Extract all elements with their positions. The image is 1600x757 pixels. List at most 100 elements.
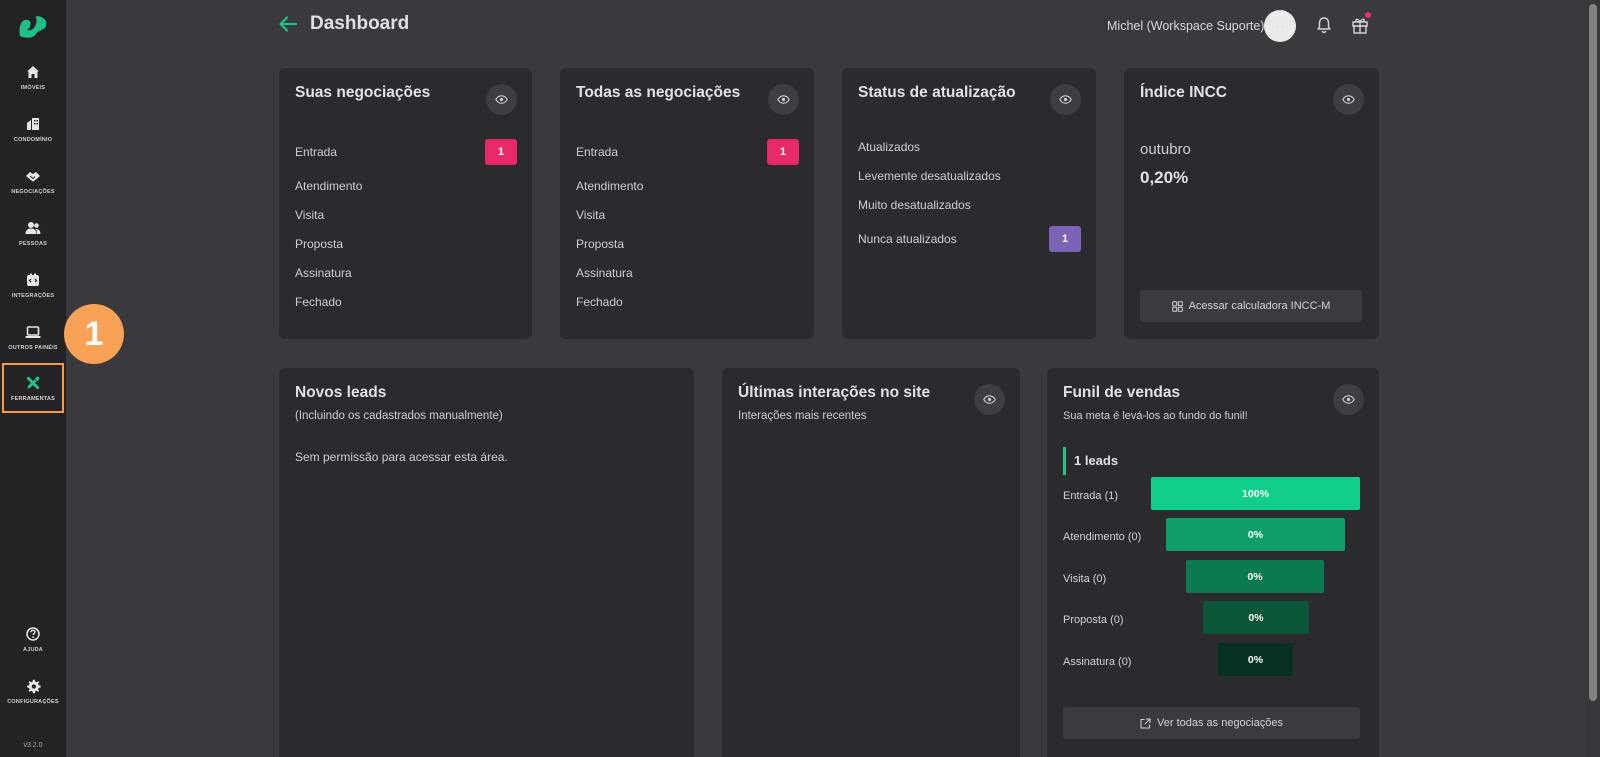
ver-todas-label: Ver todas as negociações [1157, 717, 1283, 729]
card-title: Últimas interações no site [738, 384, 931, 401]
gear-icon [24, 677, 42, 695]
step-annotation-badge: 1 [64, 304, 124, 364]
user-name[interactable]: Michel (Workspace Suporte) [1107, 19, 1264, 33]
sidebar-item-outros-paineis[interactable]: OUTROS PAINÉIS [0, 312, 66, 362]
funnel-stage-bar[interactable]: 0% [1186, 560, 1324, 593]
eye-icon [777, 95, 790, 104]
funnel-leads-count: 1 leads [1063, 447, 1118, 475]
toggle-visibility-button[interactable] [486, 84, 517, 115]
eye-icon [1059, 95, 1072, 104]
toggle-visibility-button[interactable] [1050, 84, 1081, 115]
list-item[interactable]: Muito desatualizados [858, 198, 971, 212]
card-novos-leads: Novos leads (Incluindo os cadastrados ma… [279, 368, 694, 757]
funnel-stage-bar[interactable]: 0% [1218, 643, 1293, 676]
list-item[interactable]: Visita [295, 208, 324, 222]
funnel-stage-bar[interactable]: 0% [1166, 518, 1345, 551]
sidebar-item-ajuda[interactable]: AJUDA [0, 614, 66, 664]
funnel-stage-bar[interactable]: 100% [1151, 477, 1360, 510]
toggle-visibility-button[interactable] [768, 84, 799, 115]
toggle-visibility-button[interactable] [974, 384, 1005, 415]
sidebar-item-label: NEGOCIAÇÕES [11, 189, 55, 195]
sidebar-item-condominio[interactable]: CONDOMÍNIO [0, 104, 66, 154]
count-badge[interactable]: 1 [485, 139, 517, 165]
home-icon [24, 63, 42, 81]
sidebar-item-label: INTEGRAÇÕES [11, 293, 55, 299]
app-logo-icon[interactable] [16, 10, 50, 40]
card-todas-negociacoes: Todas as negociações Entrada 1 Atendimen… [560, 68, 814, 339]
page-title: Dashboard [310, 13, 410, 34]
sidebar-item-label: CONFIGURAÇÕES [7, 699, 59, 705]
funnel-stage-label: Assinatura (0) [1063, 656, 1132, 668]
sidebar-item-imoveis[interactable]: IMÓVEIS [0, 52, 66, 102]
sidebar-item-negociacoes[interactable]: NEGOCIAÇÕES [0, 156, 66, 206]
ver-todas-negociacoes-button[interactable]: Ver todas as negociações [1063, 707, 1360, 739]
list-item[interactable]: Proposta [576, 237, 624, 251]
scrollbar-thumb[interactable] [1589, 4, 1597, 701]
external-link-icon [1140, 718, 1151, 728]
list-item[interactable]: Atualizados [858, 140, 920, 154]
incc-value: 0,20% [1140, 168, 1189, 187]
card-title: Status de atualização [858, 84, 1016, 101]
list-item[interactable]: Assinatura [576, 266, 633, 280]
count-badge[interactable]: 1 [767, 139, 799, 165]
incc-calculator-button[interactable]: Acessar calculadora INCC-M [1140, 290, 1362, 322]
card-title: Novos leads [295, 384, 387, 401]
eye-icon [983, 395, 996, 404]
card-title: Índice INCC [1140, 84, 1227, 101]
sidebar-item-label: FERRAMENTAS [11, 396, 55, 402]
card-suas-negociacoes: Suas negociações Entrada 1 Atendimento V… [279, 68, 532, 339]
count-badge[interactable]: 1 [1049, 226, 1081, 252]
calculator-icon [1171, 300, 1183, 312]
list-item[interactable]: Levemente desatualizados [858, 169, 1001, 183]
card-title: Todas as negociações [576, 84, 741, 101]
incc-calculator-label: Acessar calculadora INCC-M [1188, 300, 1331, 312]
toggle-visibility-button[interactable] [1333, 84, 1364, 115]
card-subtitle: Sua meta é levá-los ao fundo do funil! [1063, 410, 1248, 422]
tools-icon [24, 374, 42, 392]
funnel-stage-label: Atendimento (0) [1063, 531, 1142, 543]
laptop-icon [24, 323, 42, 341]
funnel-stage-label: Visita (0) [1063, 573, 1107, 585]
avatar[interactable]: · · [1264, 10, 1296, 42]
back-arrow-icon[interactable] [278, 14, 298, 34]
sidebar-item-label: AJUDA [23, 647, 43, 653]
incc-month: outubro [1140, 141, 1191, 158]
funnel-stage-bar[interactable]: 0% [1203, 601, 1309, 634]
help-icon [24, 625, 42, 643]
funnel-stage-label: Proposta (0) [1063, 614, 1124, 626]
sidebar-item-integracoes[interactable]: INTEGRAÇÕES [0, 260, 66, 310]
list-item[interactable]: Nunca atualizados [858, 232, 957, 246]
eye-icon [1342, 395, 1355, 404]
app-version: v3.2.0 [23, 742, 43, 749]
sidebar: IMÓVEIS CONDOMÍNIO NEGOCIAÇÕES PESSOAS I… [0, 0, 66, 757]
gift-icon[interactable] [1350, 15, 1370, 35]
card-indice-incc: Índice INCC outubro 0,20% Acessar calcul… [1124, 68, 1379, 339]
card-title: Funil de vendas [1063, 384, 1181, 401]
people-icon [24, 219, 42, 237]
sidebar-item-label: OUTROS PAINÉIS [8, 345, 58, 351]
integration-icon [24, 271, 42, 289]
sidebar-item-label: CONDOMÍNIO [13, 137, 53, 143]
card-title: Suas negociações [295, 84, 431, 101]
card-ultimas-interacoes: Últimas interações no site Interações ma… [722, 368, 1020, 757]
list-item[interactable]: Fechado [295, 295, 342, 309]
list-item[interactable]: Entrada [295, 145, 337, 159]
card-funil-vendas: Funil de vendas Sua meta é levá-los ao f… [1047, 368, 1379, 757]
list-item[interactable]: Assinatura [295, 266, 352, 280]
sidebar-item-ferramentas[interactable]: FERRAMENTAS [2, 363, 64, 413]
toggle-visibility-button[interactable] [1333, 384, 1364, 415]
sidebar-item-label: PESSOAS [19, 241, 47, 247]
list-item[interactable]: Visita [576, 208, 605, 222]
sidebar-item-pessoas[interactable]: PESSOAS [0, 208, 66, 258]
notification-dot [1365, 12, 1371, 18]
handshake-icon [24, 167, 42, 185]
eye-icon [1342, 95, 1355, 104]
list-item[interactable]: Atendimento [295, 179, 362, 193]
list-item[interactable]: Fechado [576, 295, 623, 309]
sidebar-item-label: IMÓVEIS [20, 85, 46, 91]
list-item[interactable]: Proposta [295, 237, 343, 251]
list-item[interactable]: Atendimento [576, 179, 643, 193]
bell-icon[interactable] [1315, 16, 1333, 34]
list-item[interactable]: Entrada [576, 145, 618, 159]
sidebar-item-configuracoes[interactable]: CONFIGURAÇÕES [0, 666, 66, 716]
